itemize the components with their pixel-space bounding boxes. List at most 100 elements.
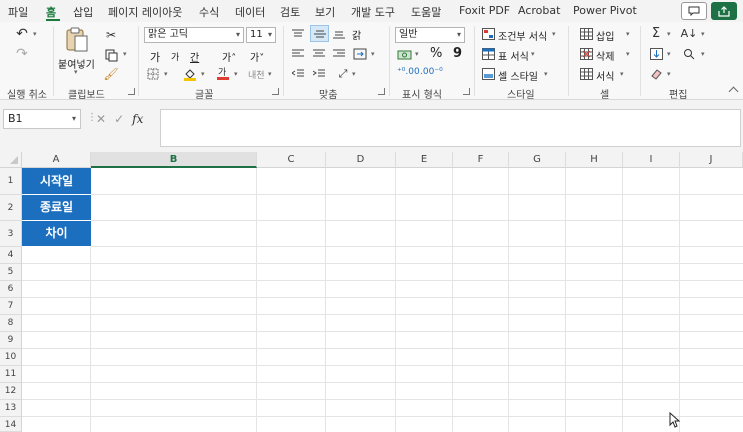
alignment-launcher-icon[interactable] [378,88,385,95]
phonetic-guide-button[interactable]: 내천 [248,68,265,81]
share-button[interactable] [711,2,737,20]
decrease-font-size-button[interactable]: 가 [171,50,179,63]
fill-color-dropdown-icon[interactable]: ▾ [201,70,205,78]
sort-filter-dropdown-icon[interactable]: ▾ [701,30,705,38]
column-header-d[interactable]: D [326,152,396,168]
row-header-12[interactable]: 12 [0,383,22,400]
number-launcher-icon[interactable] [463,88,470,95]
tab-home[interactable]: 홈 [46,4,56,20]
row-header-10[interactable]: 10 [0,349,22,366]
insert-function-button[interactable]: fx [132,112,143,126]
underline-button[interactable]: 간 [190,49,199,64]
autosum-icon[interactable]: Σ [649,26,663,41]
redo-icon[interactable]: ↷ [12,46,32,62]
borders-icon[interactable] [146,68,160,80]
cell-styles-dropdown-icon[interactable]: ▾ [544,70,548,78]
phonetic-dropdown-icon[interactable]: ▾ [268,70,272,78]
decrease-indent-icon[interactable] [291,68,305,80]
paste-dropdown-icon[interactable]: ▾ [74,68,78,76]
clipboard-launcher-icon[interactable] [128,88,135,95]
format-dropdown-icon[interactable]: ▾ [620,70,624,78]
tab-formulas[interactable]: 수식 [199,4,219,20]
cancel-icon[interactable]: ✕ [96,112,106,126]
font-color-button[interactable]: 가 [216,66,230,80]
delete-cells-icon[interactable] [579,47,593,60]
wrap-text-button[interactable]: 갉 [352,27,361,42]
cut-icon[interactable]: ✂ [103,28,119,42]
tab-power-pivot[interactable]: Power Pivot [573,4,637,17]
format-as-table-icon[interactable] [481,47,495,60]
column-header-h[interactable]: H [566,152,623,168]
row-header-2[interactable]: 2 [0,195,22,221]
tab-help[interactable]: 도움말 [411,4,441,20]
font-color-dropdown-icon[interactable]: ▾ [234,70,238,78]
font-name-select[interactable]: 맑은 고딕 ▾ [144,27,244,43]
fill-color-icon[interactable] [183,67,197,81]
merge-dropdown-icon[interactable]: ▾ [371,50,375,58]
increase-decimal-icon[interactable]: ⁺⁰.00 [397,67,420,77]
column-header-j[interactable]: J [680,152,743,168]
column-header-b[interactable]: B [91,152,257,168]
format-cells-button[interactable]: 서식 [596,68,614,83]
align-left-icon[interactable] [291,48,305,60]
insert-cells-icon[interactable] [579,27,593,40]
tab-developer[interactable]: 개발 도구 [351,4,395,20]
column-header-g[interactable]: G [509,152,566,168]
select-all-corner[interactable] [0,152,22,168]
row-header-6[interactable]: 6 [0,281,22,298]
align-top-icon[interactable] [291,28,305,40]
cell-a1[interactable]: 시작일 [22,168,91,195]
column-header-c[interactable]: C [257,152,326,168]
row-header-1[interactable]: 1 [0,168,22,195]
accounting-dropdown-icon[interactable]: ▾ [415,50,419,58]
delete-dropdown-icon[interactable]: ▾ [626,50,630,58]
comments-button[interactable] [681,2,707,20]
row-header-7[interactable]: 7 [0,298,22,315]
collapse-ribbon-icon[interactable] [728,86,739,97]
format-as-table-button[interactable]: 표 서식 [498,48,529,63]
borders-dropdown-icon[interactable]: ▾ [164,70,168,78]
tab-file[interactable]: 파일 [8,4,28,20]
tab-foxit-pdf[interactable]: Foxit PDF [459,4,510,17]
copy-icon[interactable] [103,48,119,62]
increase-font-size-button[interactable]: 가 [150,49,160,65]
cell-a2[interactable]: 종료일 [22,195,91,221]
merge-center-icon[interactable] [352,47,368,61]
orientation-icon[interactable]: ⤢ [336,67,350,81]
clear-icon[interactable] [649,67,663,80]
tab-page-layout[interactable]: 페이지 레이아웃 [108,4,182,20]
fill-dropdown-icon[interactable]: ▾ [667,50,671,58]
tab-insert[interactable]: 삽입 [73,4,93,20]
autosum-dropdown-icon[interactable]: ▾ [667,30,671,38]
cell-styles-button[interactable]: 셀 스타일 [498,68,538,83]
row-header-3[interactable]: 3 [0,221,22,247]
insert-cells-button[interactable]: 삽입 [596,28,614,43]
formula-input[interactable] [160,109,741,147]
row-header-8[interactable]: 8 [0,315,22,332]
undo-icon[interactable]: ↶ [12,26,32,42]
delete-cells-button[interactable]: 삭제 [596,48,614,63]
column-header-i[interactable]: I [623,152,680,168]
row-header-4[interactable]: 4 [0,247,22,264]
row-header-5[interactable]: 5 [0,264,22,281]
align-center-icon[interactable] [312,48,326,60]
cell-area[interactable] [22,168,743,432]
tab-data[interactable]: 데이터 [235,4,265,20]
accounting-format-icon[interactable] [396,48,412,61]
fill-icon[interactable] [649,47,663,60]
cell-a3[interactable]: 차이 [22,221,91,247]
align-middle-icon[interactable] [310,25,329,42]
tab-review[interactable]: 검토 [280,4,300,20]
font-launcher-icon[interactable] [272,88,279,95]
column-header-e[interactable]: E [396,152,453,168]
row-header-13[interactable]: 13 [0,400,22,417]
column-header-a[interactable]: A [22,152,91,168]
clear-dropdown-icon[interactable]: ▾ [667,70,671,78]
tab-view[interactable]: 보기 [315,4,335,20]
conditional-format-icon[interactable] [481,27,495,40]
percent-style-button[interactable]: % [430,46,442,61]
row-header-11[interactable]: 11 [0,366,22,383]
undo-dropdown-icon[interactable]: ▾ [33,30,37,38]
paste-button[interactable] [63,26,91,54]
name-box[interactable]: B1 ▾ [3,109,81,129]
